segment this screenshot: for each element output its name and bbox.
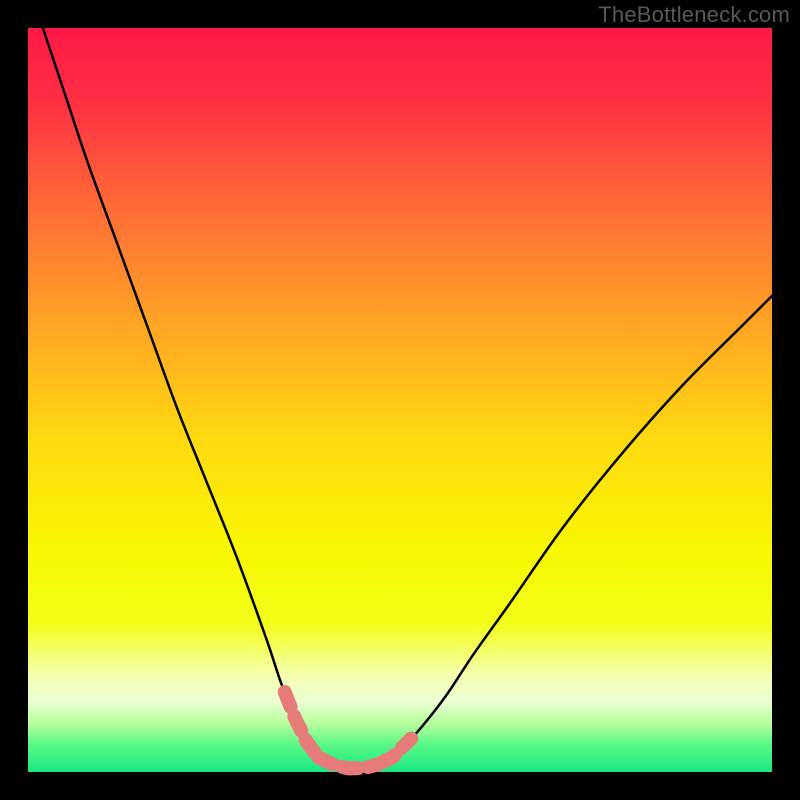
bottleneck-chart (0, 0, 800, 800)
watermark-text: TheBottleneck.com (598, 2, 790, 28)
chart-frame: TheBottleneck.com (0, 0, 800, 800)
plot-background (28, 28, 772, 772)
